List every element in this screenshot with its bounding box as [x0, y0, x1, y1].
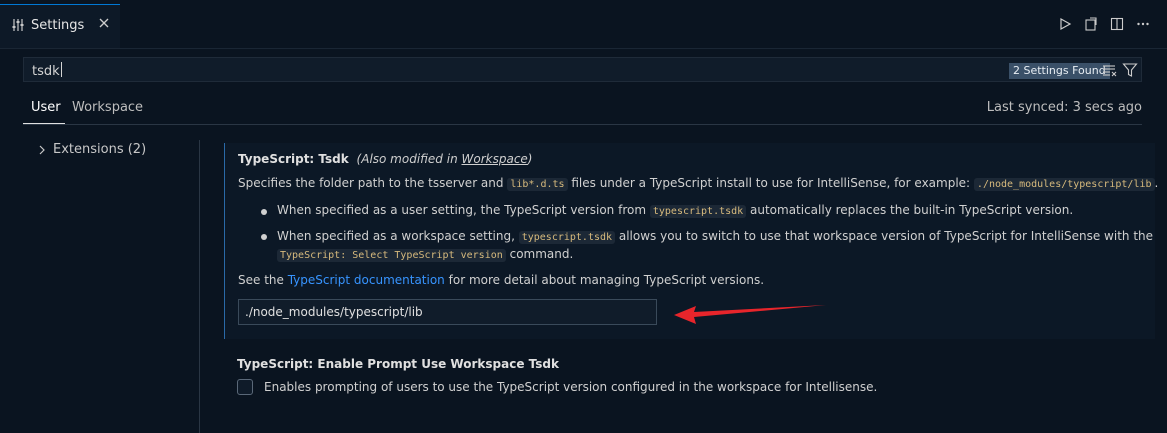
modified-workspace-link[interactable]: Workspace — [462, 152, 528, 166]
sync-status: Last synced: 3 secs ago — [986, 100, 1142, 115]
setting-title-text: TypeScript: Tsdk — [238, 152, 349, 166]
modified-suffix: ) — [527, 152, 533, 166]
see-docs-line: See the TypeScript documentation for mor… — [238, 273, 764, 287]
inline-code: typescript.tsdk — [649, 205, 747, 218]
desc-text: automatically replaces the built-in Type… — [750, 203, 1074, 217]
toc-divider — [199, 140, 200, 433]
chevron-right-icon — [39, 145, 45, 154]
settings-editor: Settings tsdk 2 Settings Found User Work… — [0, 0, 1167, 433]
modified-indicator: (Also modified in Workspace) — [357, 152, 533, 166]
desc-text: See the — [238, 273, 284, 287]
setting-title: TypeScript: Tsdk (Also modified in Works… — [238, 152, 532, 166]
red-arrow-annotation — [674, 305, 826, 324]
clear-filter-icon[interactable] — [1102, 62, 1118, 78]
desc-text: . — [1154, 176, 1159, 190]
bullet-workspace-setting: When specified as a workspace setting, t… — [277, 229, 1154, 244]
setting-prompt-title: TypeScript: Enable Prompt Use Workspace … — [237, 357, 559, 371]
editor-tab-bar: Settings — [0, 0, 1167, 49]
editor-actions — [1057, 16, 1151, 32]
settings-search-input[interactable]: tsdk 2 Settings Found — [23, 57, 1142, 82]
inline-code: TypeScript: Select TypeScript version — [277, 249, 506, 262]
run-button[interactable] — [1057, 16, 1073, 32]
desc-text: Specifies the folder path to the tsserve… — [238, 176, 504, 190]
filter-icon[interactable] — [1122, 62, 1138, 78]
more-actions-icon — [1137, 22, 1149, 26]
split-editor-button[interactable] — [1109, 16, 1125, 32]
enable-prompt-checkbox[interactable] — [237, 379, 253, 395]
settings-sliders-icon — [12, 19, 24, 31]
inline-code: typescript.tsdk — [518, 231, 616, 244]
setting-prompt-description: Enables prompting of users to use the Ty… — [264, 380, 878, 394]
close-icon[interactable] — [98, 17, 110, 29]
active-tab-indicator — [23, 123, 65, 124]
bullet-user-setting: When specified as a user setting, the Ty… — [277, 203, 1074, 218]
run-icon — [1060, 17, 1072, 31]
desc-text: for more detail about managing TypeScrip… — [448, 273, 765, 287]
desc-text: allows you to switch to use that workspa… — [618, 229, 1154, 243]
tab-user[interactable]: User — [31, 100, 61, 115]
toc-item-extensions[interactable]: Extensions (2) — [36, 142, 146, 157]
desc-text: files under a TypeScript install to use … — [571, 176, 971, 190]
tsdk-path-input[interactable]: ./node_modules/typescript/lib — [238, 299, 657, 325]
bullet-point — [261, 234, 267, 240]
tab-label: Settings — [31, 18, 85, 33]
setting-title-text: TypeScript: Enable Prompt Use Workspace … — [237, 357, 559, 371]
inline-code: ./node_modules/typescript/lib — [973, 178, 1155, 191]
split-editor-icon — [1110, 17, 1124, 31]
open-settings-json-icon — [1085, 17, 1097, 31]
tab-settings[interactable]: Settings — [0, 4, 120, 48]
desc-text: When specified as a user setting, the Ty… — [277, 203, 647, 217]
open-settings-json-button[interactable] — [1083, 16, 1099, 32]
setting-description: Specifies the folder path to the tsserve… — [238, 176, 1159, 191]
toc-item-label: Extensions (2) — [53, 142, 147, 157]
more-actions-button[interactable] — [1135, 16, 1151, 32]
settings-found-badge: 2 Settings Found — [1009, 63, 1110, 79]
tab-workspace[interactable]: Workspace — [72, 100, 143, 115]
tsdk-path-value: ./node_modules/typescript/lib — [245, 305, 423, 319]
settings-scope-tabs: User Workspace Last synced: 3 secs ago — [23, 92, 1142, 125]
bullet-workspace-setting-cont: TypeScript: Select TypeScript version co… — [277, 247, 574, 262]
desc-text: command. — [509, 247, 574, 261]
modified-prefix: (Also modified in — [356, 152, 458, 166]
inline-code: lib*.d.ts — [507, 178, 568, 191]
bullet-point — [261, 209, 267, 215]
desc-text: When specified as a workspace setting, — [277, 229, 515, 243]
search-value: tsdk — [32, 64, 60, 79]
typescript-documentation-link[interactable]: TypeScript documentation — [288, 273, 445, 287]
